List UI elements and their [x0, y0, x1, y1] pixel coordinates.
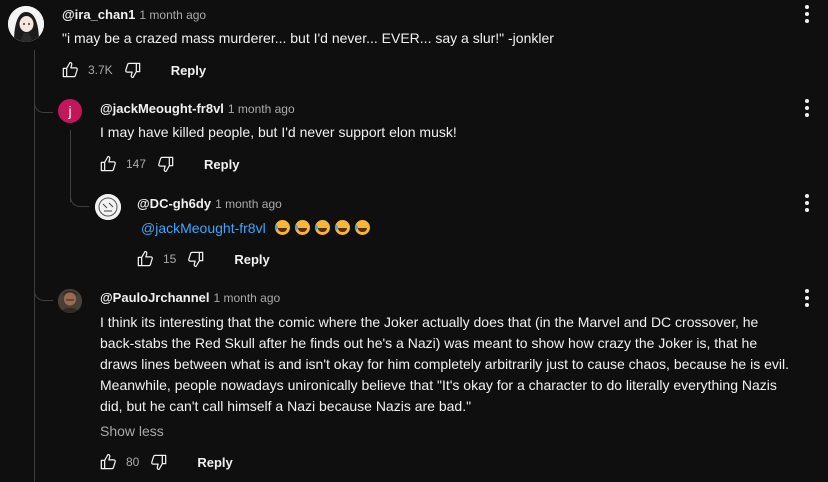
more-actions-icon[interactable]: [804, 99, 810, 117]
thumbs-down-icon[interactable]: [186, 249, 206, 269]
avatar[interactable]: [8, 6, 44, 42]
thread-curve-2: [70, 186, 89, 207]
more-actions-icon[interactable]: [804, 5, 810, 23]
comment-text: I think its interesting that the comic w…: [100, 312, 815, 417]
thumbs-up-icon[interactable]: [98, 154, 118, 174]
rolling-on-floor-laughing-emoji: [334, 220, 350, 235]
rolling-on-floor-laughing-emoji: [274, 220, 290, 235]
author-name[interactable]: @jackMeought-fr8vl: [100, 101, 224, 116]
rolling-on-floor-laughing-emoji: [294, 220, 310, 235]
thumbs-down-icon[interactable]: [156, 154, 176, 174]
timestamp[interactable]: 1 month ago: [213, 291, 280, 305]
thumbs-up-icon[interactable]: [98, 452, 118, 472]
comment-text: I may have killed people, but I'd never …: [100, 124, 457, 140]
comment-text-line: back-stabs the Red Skull after he finds …: [100, 335, 758, 351]
comment-text-line: draws lines between what is and isn't ok…: [100, 356, 790, 372]
comment-actions: 147 Reply: [98, 154, 239, 174]
author-name[interactable]: @DC-gh6dy: [137, 196, 211, 211]
photo-avatar-icon: [58, 289, 82, 313]
like-count: 80: [126, 455, 140, 469]
sketch-avatar-icon: [95, 194, 121, 220]
anime-avatar-icon: [8, 6, 44, 42]
thread-curve-3: [34, 278, 53, 301]
reply-button[interactable]: Reply: [171, 63, 206, 78]
avatar[interactable]: [58, 289, 82, 313]
thumbs-up-icon[interactable]: [135, 249, 155, 269]
like-count: 3.7K: [88, 63, 113, 77]
thumbs-up-icon[interactable]: [60, 60, 80, 80]
thread-curve-1: [34, 92, 53, 113]
comment-header: @DC-gh6dy 1 month ago: [137, 196, 282, 211]
comment-text: @jackMeought-fr8vl: [141, 218, 370, 239]
more-actions-icon[interactable]: [804, 289, 810, 307]
comment-header: @jackMeought-fr8vl 1 month ago: [100, 101, 295, 116]
author-name[interactable]: @PauloJrchannel: [100, 290, 209, 305]
comment-actions: 80 Reply: [98, 452, 233, 472]
avatar[interactable]: j: [58, 99, 82, 123]
like-count: 15: [163, 252, 177, 266]
more-actions-icon[interactable]: [804, 194, 810, 212]
comment-header: @PauloJrchannel 1 month ago: [100, 290, 280, 305]
thumbs-down-icon[interactable]: [123, 60, 143, 80]
like-count: 147: [126, 157, 147, 171]
comment-actions: 15 Reply: [135, 249, 270, 269]
avatar[interactable]: [95, 194, 121, 220]
rolling-on-floor-laughing-emoji: [354, 220, 370, 235]
comment-text-line: Meanwhile, people nowadays unironically …: [100, 377, 777, 393]
rolling-on-floor-laughing-emoji: [314, 220, 330, 235]
comment-header: @ira_chan1 1 month ago: [62, 7, 206, 22]
show-less-button[interactable]: Show less: [100, 423, 164, 439]
comment-text: "i may be a crazed mass murderer... but …: [62, 30, 554, 46]
comment-actions: 3.7K Reply: [60, 60, 206, 80]
author-name[interactable]: @ira_chan1: [62, 7, 135, 22]
avatar-letter: j: [68, 103, 72, 119]
timestamp[interactable]: 1 month ago: [228, 102, 295, 116]
reply-button[interactable]: Reply: [234, 252, 269, 267]
thread-line-main: [34, 50, 35, 482]
mention-link[interactable]: @jackMeought-fr8vl: [141, 220, 266, 236]
comment-text-line: I think its interesting that the comic w…: [100, 314, 759, 330]
reply-button[interactable]: Reply: [197, 455, 232, 470]
timestamp[interactable]: 1 month ago: [215, 197, 282, 211]
comment-text-line: did, but he can't call himself a Nazi be…: [100, 398, 472, 414]
reply-button[interactable]: Reply: [204, 157, 239, 172]
thumbs-down-icon[interactable]: [149, 452, 169, 472]
timestamp[interactable]: 1 month ago: [139, 8, 206, 22]
